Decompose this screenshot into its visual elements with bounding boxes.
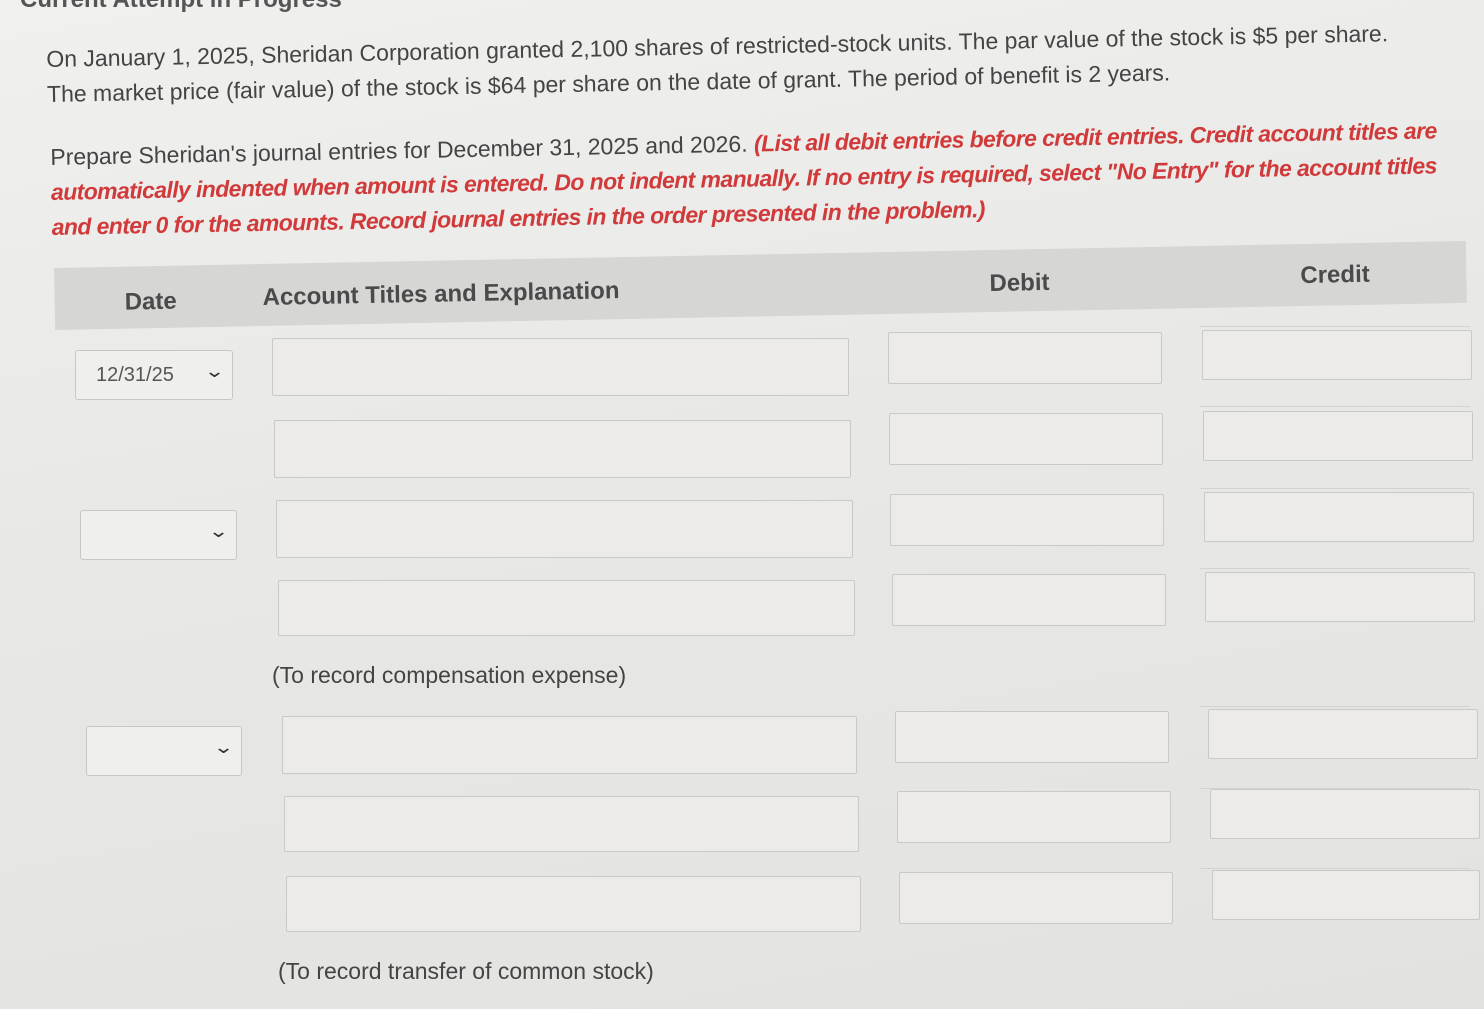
debit-input-row-3[interactable] [890,494,1164,546]
header-account-titles: Account Titles and Explanation [262,277,620,311]
chevron-down-icon: ⌄ [212,737,235,757]
chevron-down-icon: ⌄ [203,361,226,381]
row-divider [1200,568,1470,569]
row-divider [1200,706,1470,707]
row-divider [1200,406,1470,407]
explanation-transfer-common-stock: (To record transfer of common stock) [278,958,654,984]
header-date: Date [124,287,177,316]
account-title-input-row-6[interactable] [284,796,859,852]
header-credit: Credit [1300,260,1370,290]
credit-input-row-2[interactable] [1203,411,1473,461]
credit-input-row-6[interactable] [1210,789,1480,839]
account-title-input-row-4[interactable] [278,580,855,636]
account-title-input-row-7[interactable] [286,876,861,932]
row-divider [1200,488,1470,489]
date-select-entry-3[interactable]: ⌄ [86,726,242,776]
debit-input-row-1[interactable] [888,332,1162,384]
debit-input-row-2[interactable] [889,413,1163,465]
debit-input-row-6[interactable] [897,791,1171,843]
credit-input-row-7[interactable] [1212,870,1480,920]
chevron-down-icon: ⌄ [207,521,230,541]
credit-input-row-4[interactable] [1205,572,1475,622]
credit-input-row-1[interactable] [1202,330,1472,380]
account-title-input-row-1[interactable] [272,338,849,396]
date-select-entry-2[interactable]: ⌄ [80,510,237,560]
debit-input-row-5[interactable] [895,711,1169,763]
account-title-input-row-5[interactable] [282,716,857,774]
date-select-value: 12/31/25 [96,364,174,386]
header-debit: Debit [989,268,1050,298]
row-divider [1200,868,1470,869]
account-title-input-row-2[interactable] [274,420,851,478]
row-divider [1200,326,1470,327]
account-title-input-row-3[interactable] [276,500,853,558]
debit-input-row-7[interactable] [899,872,1173,924]
debit-input-row-4[interactable] [892,574,1166,626]
section-title: Current Attempt in Progress [20,0,342,14]
explanation-compensation-expense: (To record compensation expense) [272,662,627,688]
credit-input-row-3[interactable] [1204,492,1474,542]
credit-input-row-5[interactable] [1208,709,1478,759]
date-select-entry-1[interactable]: 12/31/25 ⌄ [75,350,233,400]
